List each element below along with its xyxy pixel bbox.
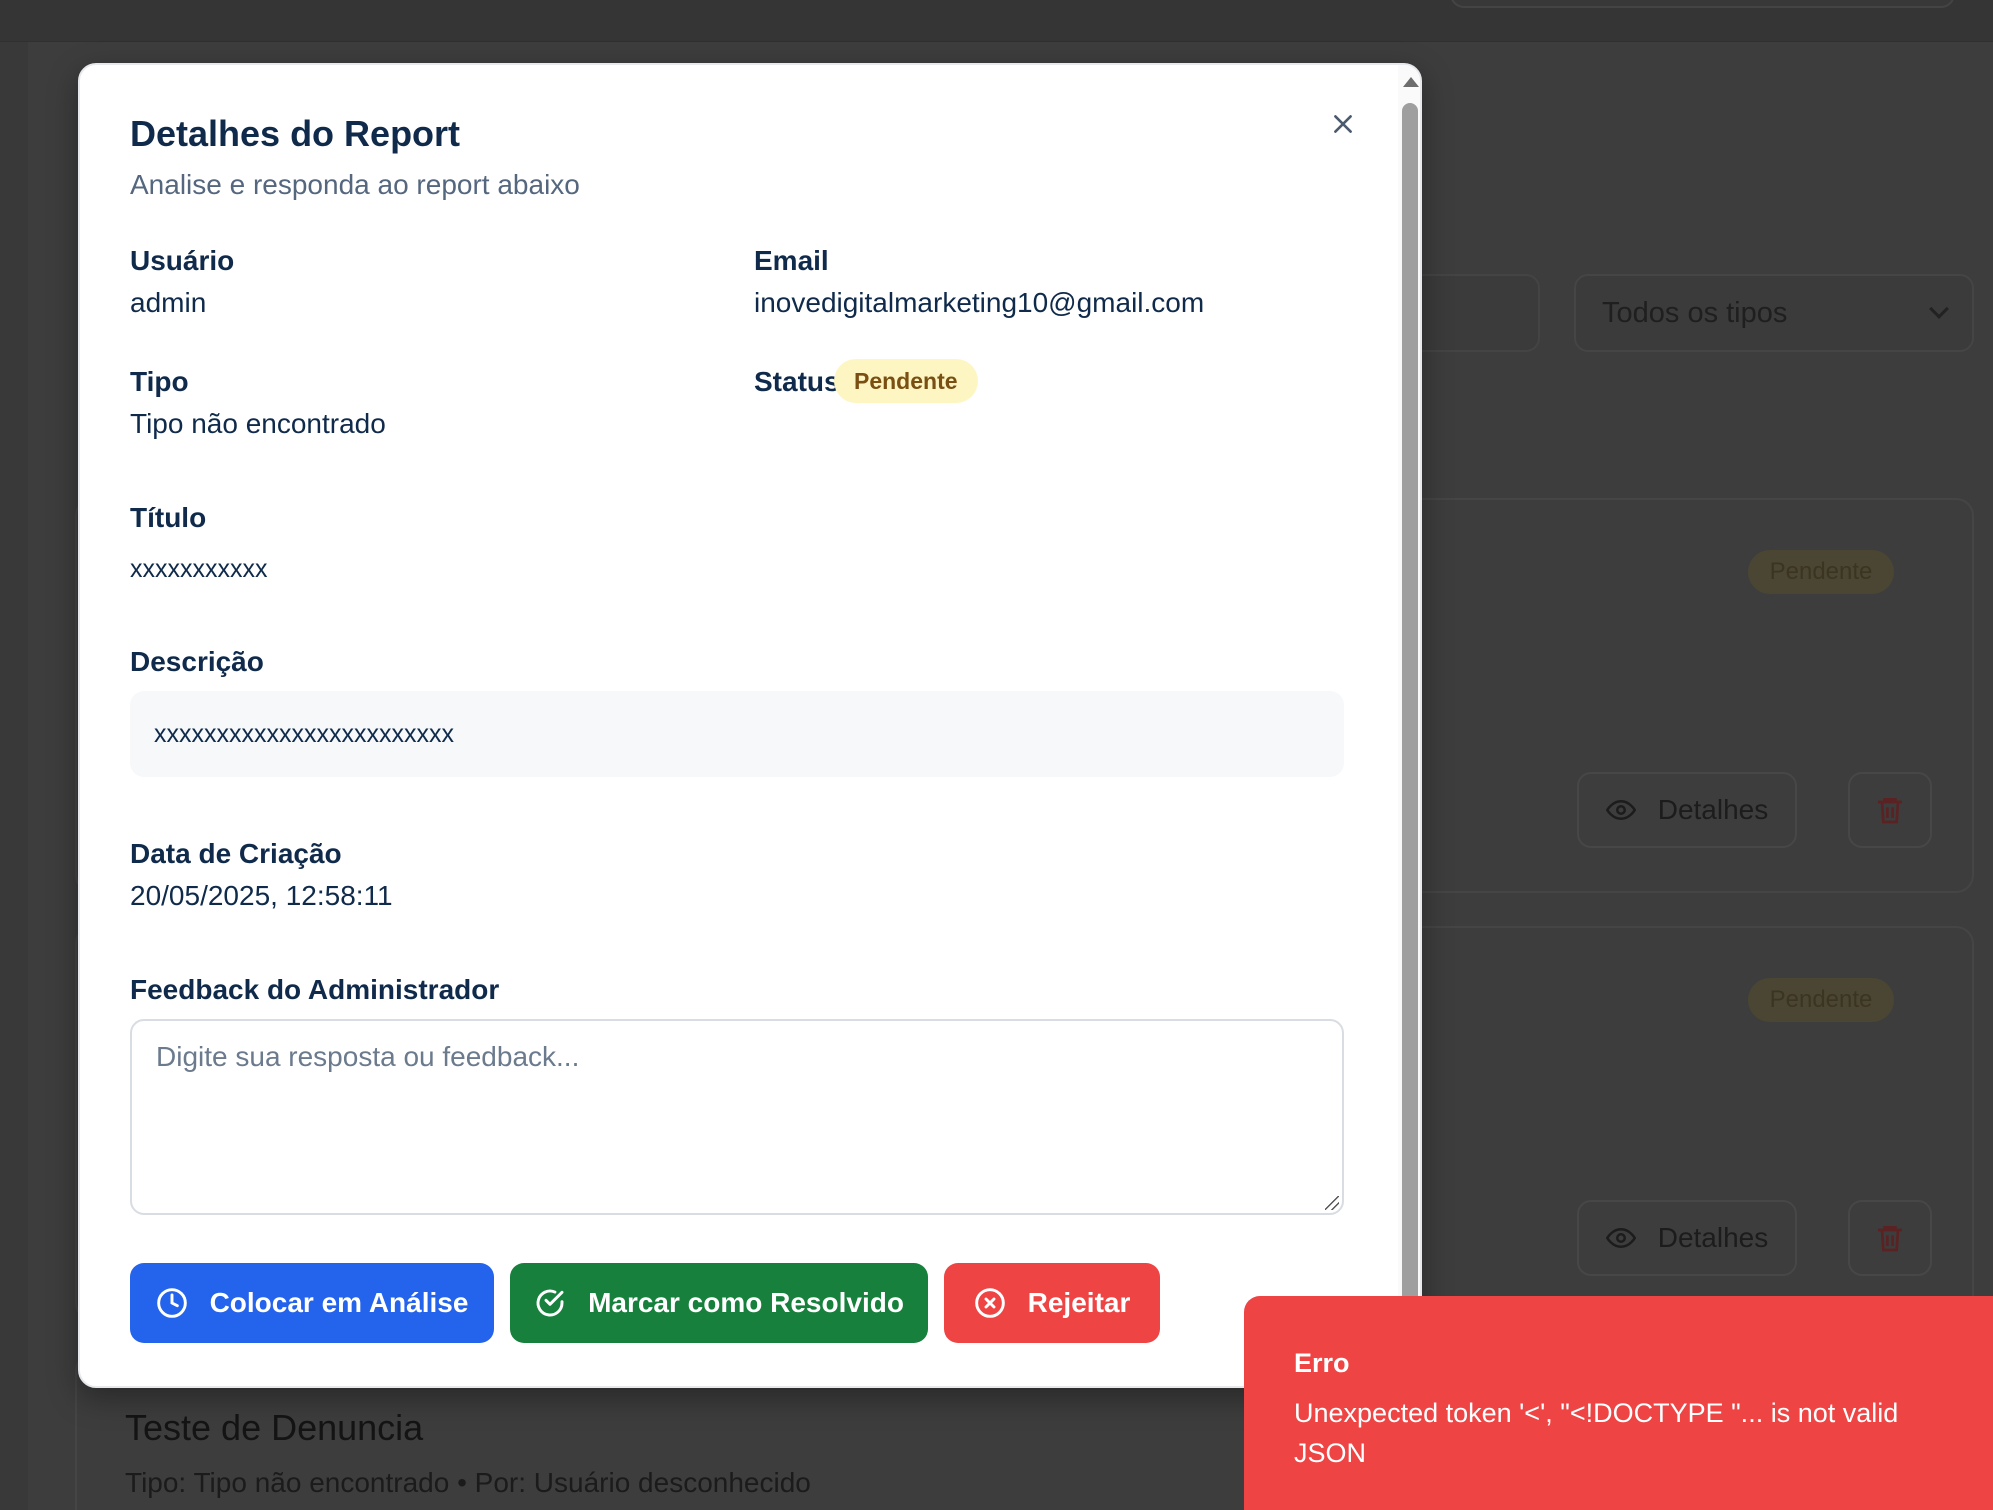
delete-button (1848, 1200, 1932, 1276)
error-toast[interactable]: Erro Unexpected token '<', "<!DOCTYPE ".… (1244, 1296, 1993, 1510)
report-card-title: Teste de Denuncia (125, 1407, 424, 1448)
modal-title: Detalhes do Report (130, 113, 461, 154)
title-label: Título (130, 502, 207, 533)
report-details-modal: Detalhes do Report Analise e responda ao… (78, 63, 1422, 1388)
email-label: Email (754, 245, 829, 276)
status-badge: Pendente (1748, 978, 1894, 1022)
delete-button (1848, 772, 1932, 848)
close-icon (1334, 115, 1352, 133)
eye-icon (1605, 1227, 1636, 1249)
details-button: Detalhes (1577, 772, 1797, 848)
mark-resolved-button[interactable]: Marcar como Resolvido (510, 1263, 928, 1343)
status-badge: Pendente (1748, 550, 1894, 594)
reject-button[interactable]: Rejeitar (944, 1263, 1160, 1343)
trash-icon (1878, 798, 1902, 824)
type-filter-value: Todos os tipos (1602, 296, 1788, 329)
modal-scrollbar[interactable] (1398, 65, 1420, 1386)
details-button: Detalhes (1577, 1200, 1797, 1276)
created-date-value: 20/05/2025, 12:58:11 (130, 880, 393, 911)
description-label: Descrição (130, 646, 264, 677)
details-button-label: Detalhes (1657, 794, 1769, 825)
created-date-label: Data de Criação (130, 838, 342, 869)
check-circle-icon (536, 1289, 564, 1317)
top-bar (0, 0, 1993, 42)
resize-handle[interactable] (1325, 1196, 1339, 1210)
mark-resolved-label: Marcar como Resolvido (588, 1287, 904, 1318)
top-bar-search (1450, 0, 1955, 8)
report-card-meta: Tipo: Tipo não encontrado • Por: Usuário… (125, 1467, 811, 1498)
sidebar-edge (0, 42, 28, 1510)
eye-icon (1605, 799, 1636, 821)
description-box: xxxxxxxxxxxxxxxxxxxxxxxx (130, 691, 1344, 777)
chevron-down-icon (1929, 299, 1949, 319)
reject-label: Rejeitar (1027, 1287, 1131, 1318)
user-label: Usuário (130, 245, 235, 276)
type-value: Tipo não encontrado (130, 408, 386, 439)
title-value: xxxxxxxxxxx (130, 555, 268, 583)
scroll-up-arrow-icon[interactable] (1403, 77, 1419, 87)
x-circle-icon (974, 1288, 1005, 1318)
close-button[interactable] (1320, 101, 1366, 147)
user-value: admin (130, 287, 207, 318)
status-label: Status (754, 366, 840, 397)
trash-icon (1878, 1226, 1902, 1252)
type-filter-select: Todos os tipos (1574, 274, 1974, 352)
description-value: xxxxxxxxxxxxxxxxxxxxxxxx (154, 719, 454, 748)
scrollbar-thumb[interactable] (1402, 103, 1418, 1386)
toast-message: Unexpected token '<', "<!DOCTYPE "... is… (1294, 1398, 1899, 1468)
email-value: inovedigitalmarketing10@gmail.com (754, 287, 1205, 318)
details-button-label: Detalhes (1657, 1222, 1769, 1253)
status-badge: Pendente (834, 359, 978, 403)
put-in-analysis-label: Colocar em Análise (209, 1287, 469, 1318)
put-in-analysis-button[interactable]: Colocar em Análise (130, 1263, 494, 1343)
clock-icon (156, 1288, 187, 1318)
feedback-textarea[interactable] (130, 1019, 1344, 1215)
feedback-label: Feedback do Administrador (130, 974, 500, 1005)
toast-title: Erro (1294, 1348, 1350, 1378)
type-label: Tipo (130, 366, 189, 397)
modal-subtitle: Analise e responda ao report abaixo (130, 169, 580, 200)
